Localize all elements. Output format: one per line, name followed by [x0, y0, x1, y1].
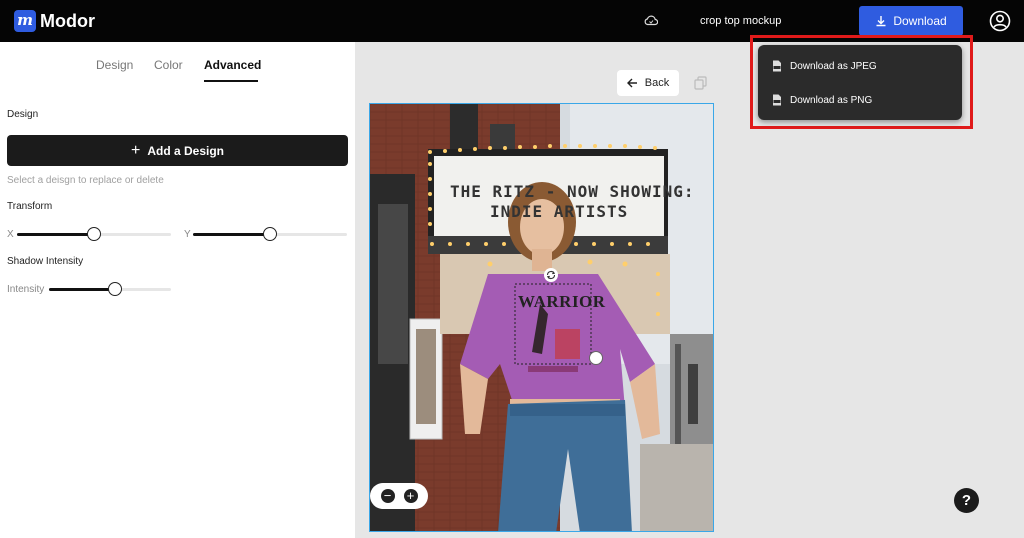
- design-hint: Select a deisgn to replace or delete: [7, 175, 164, 186]
- download-button[interactable]: Download: [859, 6, 963, 36]
- back-button[interactable]: Back: [617, 70, 679, 96]
- app-name[interactable]: Modor: [40, 9, 95, 33]
- project-title[interactable]: crop top mockup: [700, 14, 781, 28]
- shirt-print-text: WARRIOR: [518, 292, 606, 311]
- resize-handle[interactable]: [589, 351, 603, 365]
- download-png-item[interactable]: Download as PNG: [758, 86, 962, 114]
- left-panel: Design Color Advanced Design + Add a Des…: [0, 42, 355, 538]
- download-jpeg-item[interactable]: Download as JPEG: [758, 52, 962, 80]
- zoom-controls: − +: [370, 483, 428, 509]
- intensity-label: Intensity: [7, 284, 45, 295]
- marquee-line-1: THE RITZ - NOW SHOWING:: [450, 182, 695, 201]
- marquee-line-2: INDIE ARTISTS: [490, 202, 629, 221]
- add-design-button[interactable]: + Add a Design: [7, 135, 348, 166]
- cloud-sync-icon: [644, 15, 658, 26]
- download-icon: [876, 16, 886, 27]
- x-slider-fill: [17, 233, 94, 236]
- zoom-in-icon[interactable]: +: [403, 489, 418, 503]
- user-circle-icon[interactable]: [989, 10, 1011, 32]
- arrow-left-icon: [626, 78, 637, 88]
- download-jpeg-label: Download as JPEG: [790, 60, 877, 72]
- png-file-icon: [773, 94, 781, 106]
- intensity-slider[interactable]: [49, 282, 171, 296]
- y-slider-fill: [193, 233, 270, 236]
- intensity-slider-thumb[interactable]: [107, 282, 122, 296]
- download-png-label: Download as PNG: [790, 94, 873, 106]
- x-label: X: [7, 229, 14, 240]
- mockup-photo: [370, 104, 713, 531]
- intensity-slider-fill: [49, 288, 115, 291]
- help-icon[interactable]: ?: [954, 488, 979, 513]
- copy-icon[interactable]: [694, 76, 707, 90]
- transform-label: Transform: [7, 201, 53, 212]
- shadow-intensity-label: Shadow Intensity: [7, 256, 84, 267]
- tab-advanced[interactable]: Advanced: [204, 58, 261, 72]
- zoom-out-icon[interactable]: −: [380, 489, 395, 503]
- x-slider-thumb[interactable]: [87, 227, 101, 241]
- mockup-preview[interactable]: THE RITZ - NOW SHOWING: INDIE ARTISTS WA…: [369, 103, 714, 532]
- plus-icon: +: [130, 141, 141, 159]
- design-section-label: Design: [7, 109, 39, 120]
- rotate-handle-icon[interactable]: [544, 268, 558, 282]
- download-button-label: Download: [893, 14, 947, 28]
- y-label: Y: [184, 229, 191, 240]
- back-button-label: Back: [644, 77, 670, 89]
- tab-color[interactable]: Color: [154, 58, 183, 72]
- jpeg-file-icon: [773, 60, 781, 72]
- y-slider[interactable]: [193, 227, 347, 241]
- y-slider-thumb[interactable]: [263, 227, 277, 241]
- download-menu: Download as JPEG Download as PNG: [758, 45, 962, 120]
- add-design-label: Add a Design: [147, 143, 225, 158]
- active-tab-indicator: [204, 80, 258, 82]
- logo-icon[interactable]: m: [14, 10, 36, 32]
- x-slider[interactable]: [17, 227, 171, 241]
- tab-design[interactable]: Design: [96, 58, 133, 72]
